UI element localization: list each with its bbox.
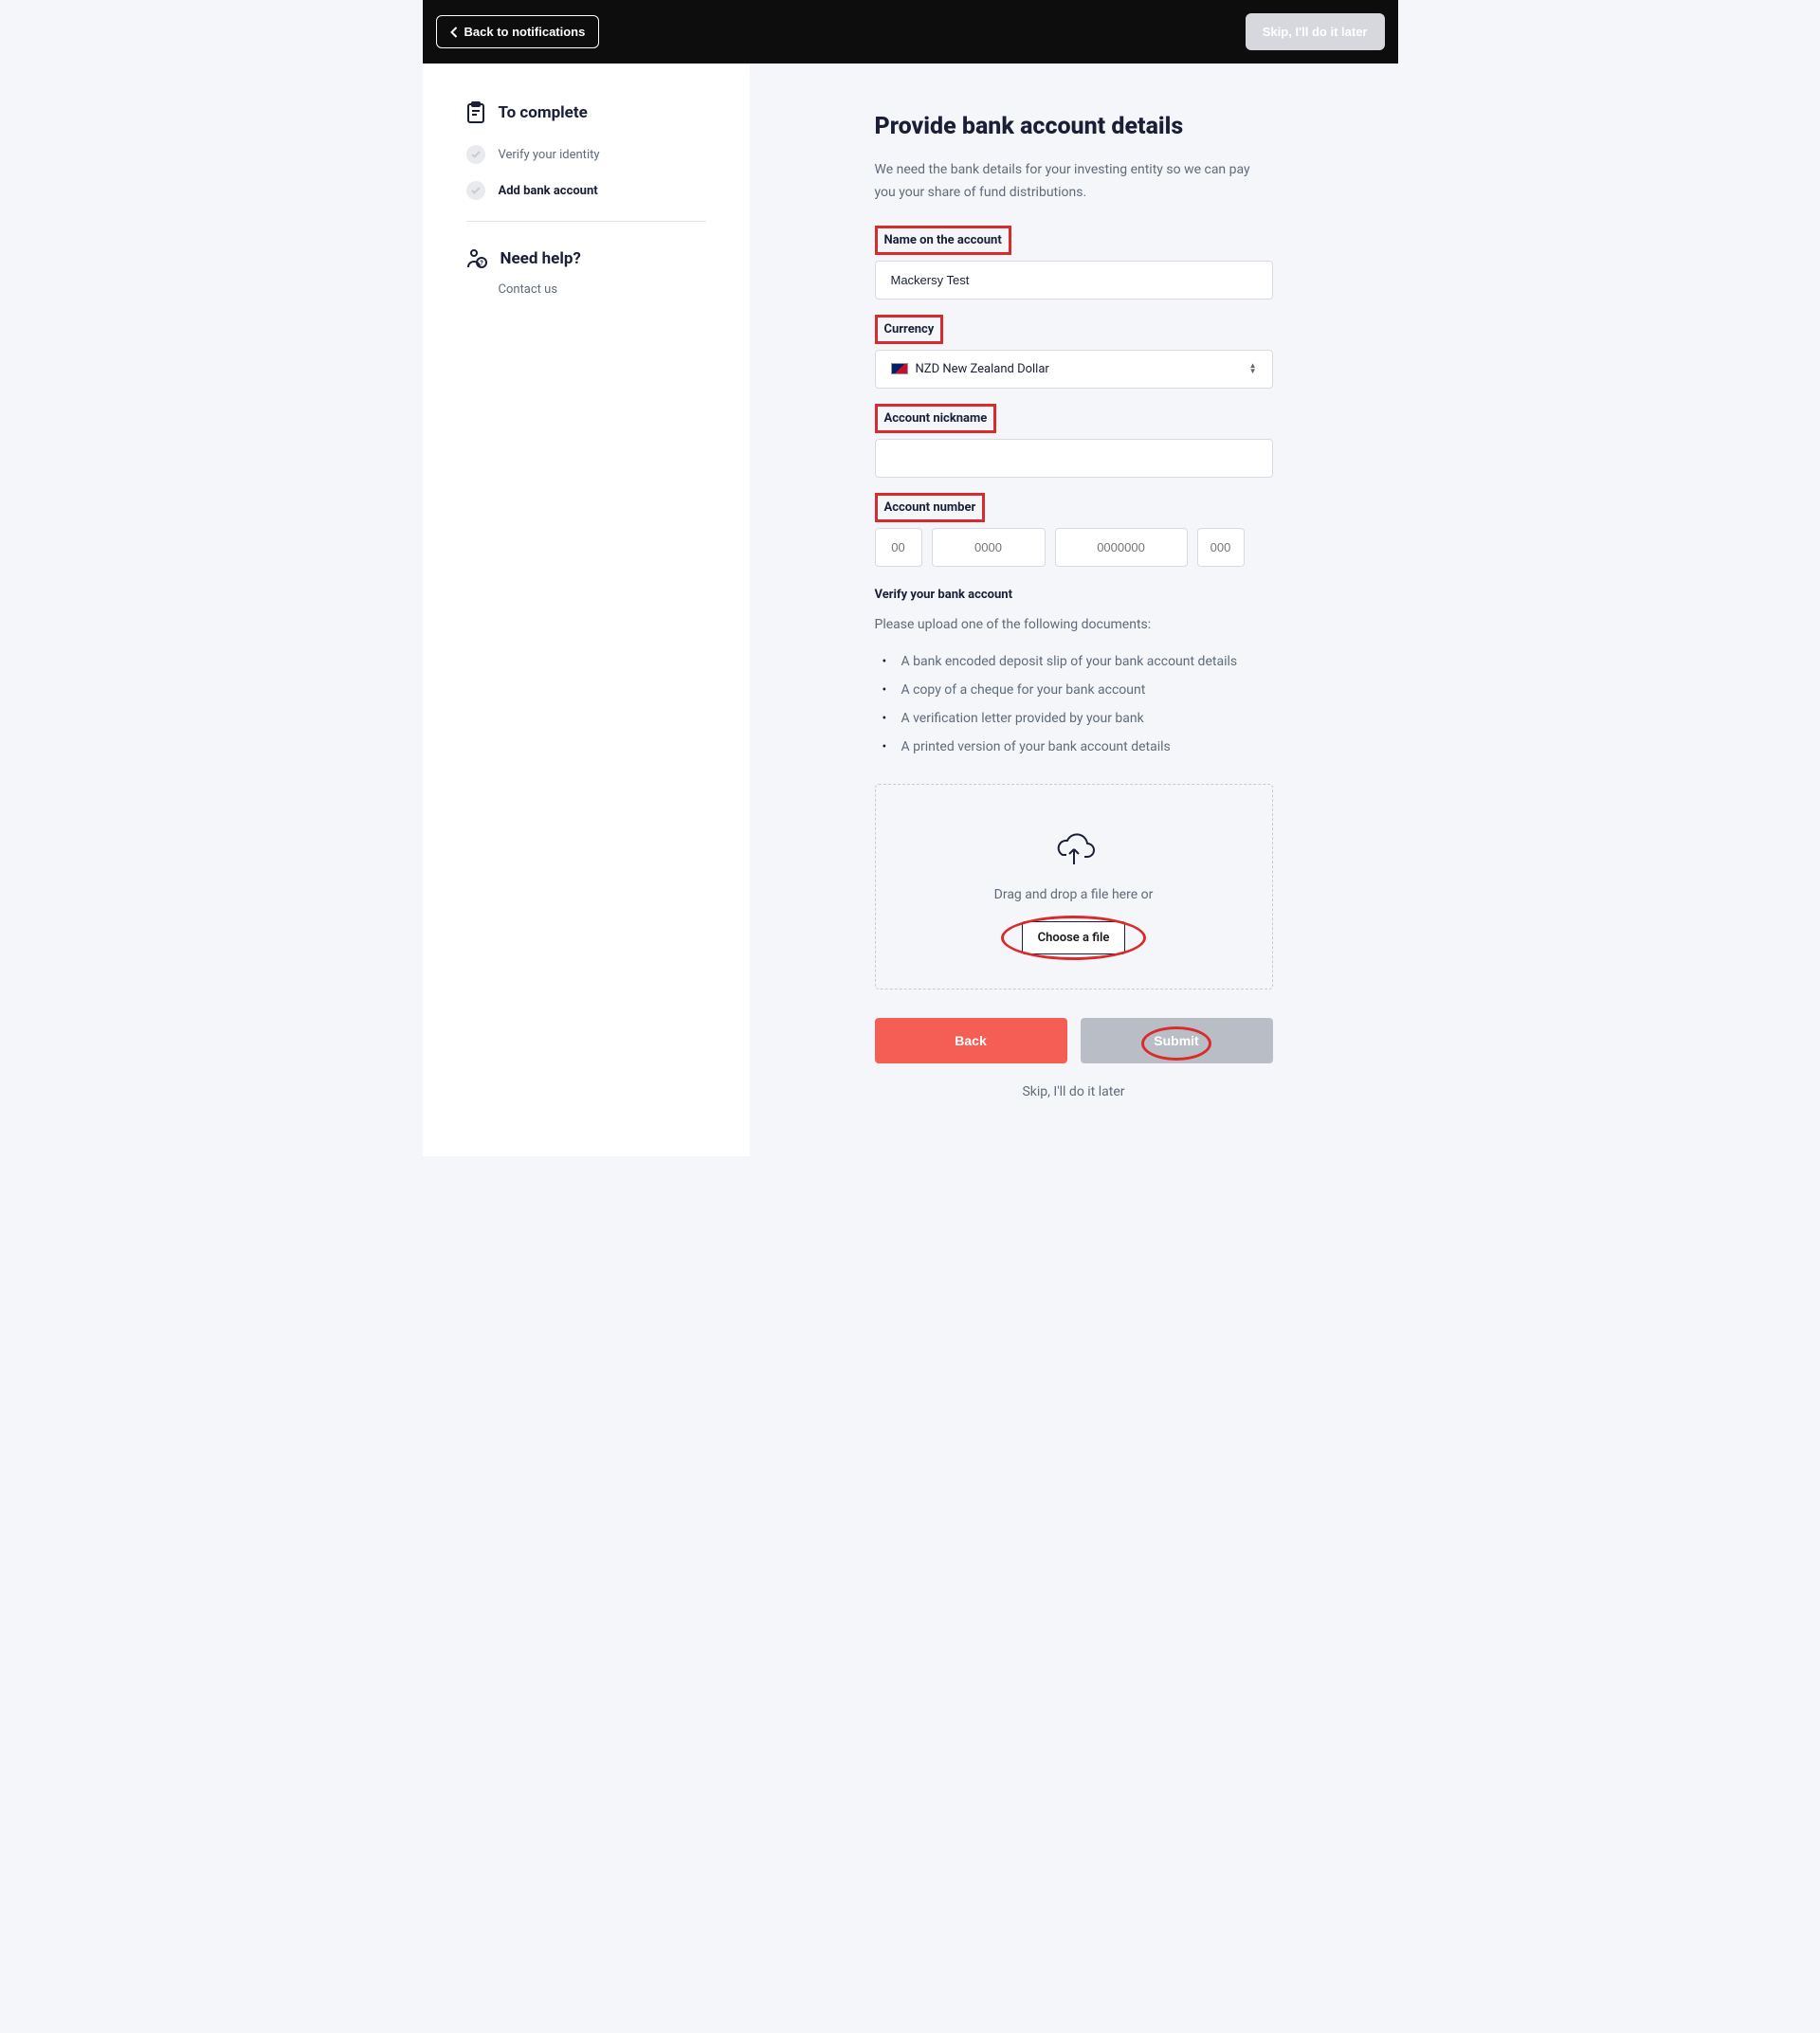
document-list: A bank encoded deposit slip of your bank… [875, 647, 1273, 761]
upload-prompt: Please upload one of the following docum… [875, 617, 1273, 632]
account-number-bank[interactable] [875, 528, 922, 567]
step-label: Verify your identity [499, 148, 600, 162]
label-name-on-account: Name on the account [878, 228, 1009, 252]
list-item: A copy of a cheque for your bank account [875, 676, 1273, 704]
submit-button[interactable]: Submit [1081, 1018, 1273, 1063]
choose-file-button[interactable]: Choose a file [1022, 921, 1126, 954]
clipboard-icon [466, 101, 485, 124]
step-add-bank-account[interactable]: Add bank account [466, 181, 706, 200]
help-person-icon: ? [466, 248, 487, 269]
list-item: A bank encoded deposit slip of your bank… [875, 647, 1273, 676]
page-title: Provide bank account details [875, 113, 1273, 140]
check-icon [466, 181, 485, 200]
account-number-suffix[interactable] [1197, 528, 1245, 567]
check-icon [466, 145, 485, 164]
currency-select[interactable]: NZD New Zealand Dollar ▲▼ [875, 350, 1273, 389]
account-nickname-input[interactable] [875, 439, 1273, 478]
account-number-branch[interactable] [932, 528, 1046, 567]
label-account-number: Account number [878, 496, 983, 519]
sidebar-divider [466, 221, 706, 222]
sidebar: To complete Verify your identity Add ban… [423, 64, 750, 1156]
skip-top-button[interactable]: Skip, I'll do it later [1246, 13, 1385, 50]
cloud-upload-icon [1052, 828, 1096, 866]
back-button-label: Back to notifications [464, 25, 586, 39]
nz-flag-icon [891, 363, 908, 374]
sidebar-heading-help: Need help? [500, 249, 581, 268]
label-account-nickname: Account nickname [878, 407, 994, 430]
contact-us-link[interactable]: Contact us [499, 282, 706, 297]
dropzone-text: Drag and drop a file here or [895, 887, 1253, 902]
verify-subheading: Verify your bank account [875, 588, 1273, 602]
file-dropzone[interactable]: Drag and drop a file here or Choose a fi… [875, 784, 1273, 989]
currency-value: NZD New Zealand Dollar [916, 362, 1049, 376]
page-description: We need the bank details for your invest… [875, 159, 1273, 205]
step-verify-identity[interactable]: Verify your identity [466, 145, 706, 164]
list-item: A verification letter provided by your b… [875, 704, 1273, 733]
back-button[interactable]: Back [875, 1018, 1067, 1063]
highlight-circle [1141, 1026, 1211, 1061]
label-currency: Currency [878, 318, 941, 341]
back-to-notifications-button[interactable]: Back to notifications [436, 15, 600, 48]
account-number-account[interactable] [1055, 528, 1188, 567]
list-item: A printed version of your bank account d… [875, 733, 1273, 761]
name-on-account-input[interactable] [875, 261, 1273, 300]
main-content: Provide bank account details We need the… [750, 64, 1398, 1156]
sidebar-heading-complete: To complete [499, 103, 588, 122]
select-chevron-icon: ▲▼ [1249, 363, 1257, 374]
chevron-left-icon [450, 27, 459, 38]
skip-link[interactable]: Skip, I'll do it later [875, 1084, 1273, 1099]
svg-text:?: ? [480, 260, 483, 267]
step-label: Add bank account [499, 184, 598, 198]
